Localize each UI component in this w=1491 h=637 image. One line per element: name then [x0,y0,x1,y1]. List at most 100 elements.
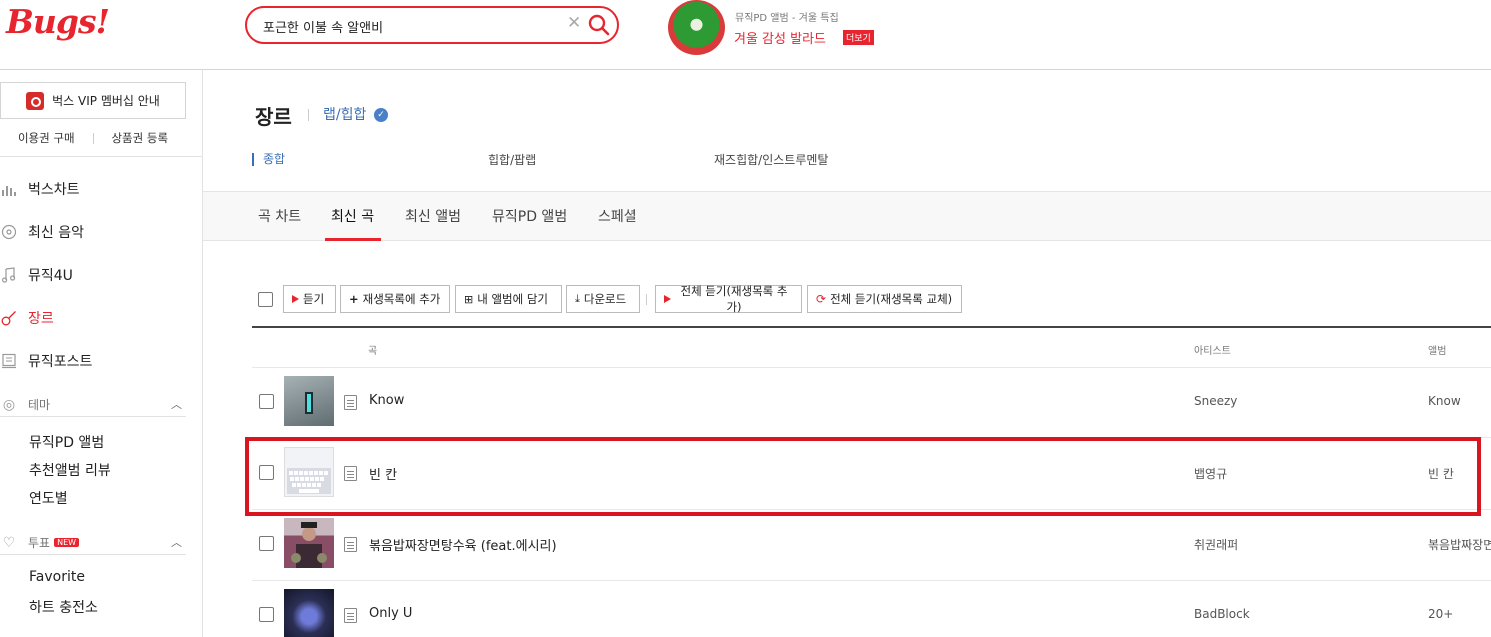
lyrics-icon[interactable] [344,466,357,481]
lyrics-icon[interactable] [344,537,357,552]
column-header-song: 곡 [368,346,378,357]
track-artist[interactable]: 취권래퍼 [1194,536,1238,553]
play-icon [664,295,671,303]
track-title[interactable]: Only U [369,606,412,621]
track-artist[interactable]: Sneezy [1194,394,1237,408]
button-label: 재생목록에 추가 [362,292,441,306]
track-album[interactable]: 20+ [1428,607,1453,621]
sidebar-item-bugs-chart[interactable]: 벅스차트 [0,175,190,203]
sidebar-item-new-music[interactable]: 최신 음악 [0,218,190,246]
guitar-icon [0,309,18,327]
table-header-line [252,326,1491,328]
sidebar-item-by-year[interactable]: 연도별 [29,488,68,508]
tab-latest-albums[interactable]: 최신 앨범 [405,206,461,226]
replay-icon: ⟳ [816,292,827,306]
search-box: ✕ [245,6,619,44]
lyrics-icon[interactable] [344,395,357,410]
sidebar-item-album-review[interactable]: 추천앨범 리뷰 [29,460,111,480]
genre-selector[interactable]: 랩/힙합 [323,104,366,124]
row-checkbox[interactable] [259,607,274,622]
vote-label: 투표 [28,536,51,550]
clear-icon[interactable]: ✕ [567,13,581,33]
album-cover[interactable] [284,518,334,568]
chevron-up-icon[interactable]: ︿ [171,396,182,412]
listen-button[interactable]: 듣기 [283,285,336,313]
table-row: 빈 칸 뱁영규 빈 칸 [252,438,1491,508]
button-label: 듣기 [303,292,325,306]
sidebar-item-label: 뮤직포스트 [28,354,93,370]
promo-more-button[interactable]: 더보기 [843,30,874,45]
play-all-replace-button[interactable]: ⟳ 전체 듣기(재생목록 교체) [807,285,962,313]
sidebar-item-label: 뮤직4U [28,268,73,284]
track-album[interactable]: 볶음밥짜장면 [1428,536,1491,553]
new-badge: NEW [54,538,80,547]
heart-icon: ♡ [2,534,16,551]
sidebar-item-musicpd-album[interactable]: 뮤직PD 앨범 [29,432,104,452]
track-title[interactable]: 빈 칸 [369,464,397,483]
sidebar-item-label: 장르 [28,311,54,327]
table-row: Only U BadBlock 20+ [252,580,1491,637]
tab-musicpd-albums[interactable]: 뮤직PD 앨범 [492,206,567,226]
column-header-artist: 아티스트 [1194,346,1231,357]
subgenre-hiphop-poprap[interactable]: 힙합/팝랩 [488,151,536,168]
bugs-logo[interactable]: Bugs! [6,2,110,41]
track-album[interactable]: Know [1428,394,1461,408]
button-label: 전체 듣기(재생목록 추가) [680,284,788,314]
tab-song-chart[interactable]: 곡 차트 [258,206,301,226]
album-cover[interactable] [284,447,334,497]
search-icon[interactable] [587,13,611,37]
sidebar-item-heart-charge[interactable]: 하트 충전소 [29,597,98,617]
promo-subtitle: 뮤직PD 앨범 - 겨울 특집 [735,13,839,24]
table-row: Know Sneezy Know [252,367,1491,437]
sidebar-item-music4u[interactable]: 뮤직4U [0,261,190,289]
download-button[interactable]: ⤓ 다운로드 [566,285,640,313]
register-voucher-link[interactable]: 상품권 등록 [94,130,187,146]
row-checkbox[interactable] [259,465,274,480]
dropdown-icon[interactable]: ✓ [374,108,388,122]
tab-bar [203,191,1491,241]
track-title[interactable]: Know [369,393,404,408]
active-tab-indicator [325,238,381,241]
play-all-add-button[interactable]: 전체 듣기(재생목록 추가) [655,284,802,314]
promo-album-cover[interactable] [668,0,725,55]
theme-section-header[interactable]: ◎ 테마 ︿ [0,393,186,417]
download-icon: ⤓ [575,292,580,305]
music-note-icon [0,266,18,284]
new-music-icon [0,223,18,241]
promo-title-link[interactable]: 겨울 감성 발라드 [734,28,826,47]
track-artist[interactable]: BadBlock [1194,607,1250,621]
tab-special[interactable]: 스페셜 [598,206,637,226]
sidebar-item-favorite[interactable]: Favorite [29,569,85,585]
subgenre-overall[interactable]: 종합 [252,153,285,166]
select-all-checkbox[interactable] [258,292,273,307]
album-cover[interactable] [284,376,334,426]
vip-icon [26,91,45,110]
purchase-pass-link[interactable]: 이용권 구매 [0,130,93,146]
sidebar-sub-links: 이용권 구매 상품권 등록 [0,130,186,146]
chart-icon [0,180,18,198]
add-to-album-button[interactable]: ⊞ 내 앨범에 담기 [455,285,562,313]
button-label: 내 앨범에 담기 [477,292,549,306]
row-checkbox[interactable] [259,536,274,551]
track-title[interactable]: 볶음밥짜장면탕수육 (feat.에시리) [369,535,557,554]
play-icon [292,295,299,303]
subgenre-jazzhiphop-instrumental[interactable]: 재즈힙합/인스트루멘탈 [714,151,828,168]
page-title: 장르 [255,105,292,129]
sidebar-item-genre[interactable]: 장르 [0,304,190,332]
album-cover[interactable] [284,589,334,637]
divider [308,109,309,121]
search-input[interactable] [263,16,563,36]
vote-section-header[interactable]: ♡ 투표 NEW ︿ [0,531,186,555]
add-to-playlist-button[interactable]: + 재생목록에 추가 [340,285,450,313]
row-checkbox[interactable] [259,394,274,409]
sidebar-item-label: 최신 음악 [28,225,84,241]
tab-latest-songs[interactable]: 최신 곡 [331,206,374,226]
sidebar-item-music-post[interactable]: 뮤직포스트 [0,347,190,375]
track-artist[interactable]: 뱁영규 [1194,465,1227,482]
chevron-up-icon[interactable]: ︿ [171,534,182,550]
sidebar-item-label: 벅스차트 [28,182,80,198]
theme-icon: ◎ [2,396,16,413]
vip-membership-button[interactable]: 벅스 VIP 멤버십 안내 [0,82,186,119]
track-album[interactable]: 빈 칸 [1428,465,1454,482]
lyrics-icon[interactable] [344,608,357,623]
